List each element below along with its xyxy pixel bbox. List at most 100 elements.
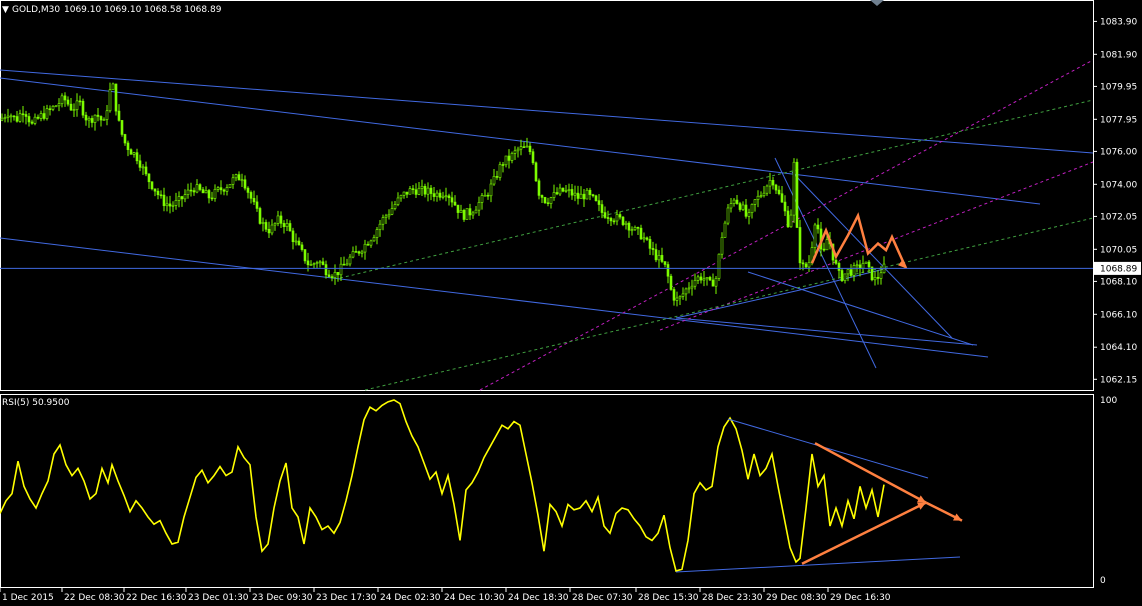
channel-line[interactable] (479, 59, 1094, 391)
candle-body (222, 189, 226, 192)
candle-body (669, 275, 673, 290)
time-tick-label: 24 Dec 02:30 (380, 593, 441, 603)
candle-body (42, 113, 46, 119)
candle-body (162, 194, 166, 207)
candle-body (717, 253, 721, 279)
candle-body (696, 276, 700, 281)
candle-body (555, 192, 559, 195)
collapse-arrow-icon[interactable]: ▼ (2, 5, 9, 15)
candle-body (597, 200, 601, 205)
candle-body (846, 269, 850, 275)
candle-body (33, 116, 37, 124)
candle-body (45, 108, 49, 119)
candle-body (792, 161, 796, 216)
candle-body (459, 209, 463, 213)
channel-line[interactable] (364, 217, 1094, 391)
candle-body (243, 179, 247, 189)
candle-body (858, 264, 862, 269)
candle-body (117, 110, 121, 121)
candle-body (582, 193, 586, 200)
candle-body (306, 260, 310, 266)
candle-body (789, 214, 793, 228)
candle-body (666, 264, 670, 277)
candle-body (471, 212, 475, 216)
current-price-tag-label: 1068.89 (1100, 264, 1137, 274)
trend-line[interactable] (774, 157, 877, 369)
candle-body (126, 142, 130, 150)
candle-body (402, 191, 406, 196)
candle-body (90, 118, 94, 123)
candle-body (771, 180, 775, 186)
candle-body (237, 174, 241, 181)
candle-body (321, 261, 325, 265)
candle-body (450, 197, 454, 203)
candle-body (825, 239, 829, 251)
trend-line[interactable] (0, 69, 1094, 154)
time-tick-label: 24 Dec 10:30 (444, 593, 505, 603)
candle-body (405, 191, 409, 195)
trendlines[interactable] (0, 59, 1094, 391)
candle-body (744, 204, 748, 217)
candle-body (387, 213, 391, 217)
candle-body (432, 193, 436, 197)
rsi-tick-label: 0 (1100, 576, 1106, 586)
candle-body (15, 116, 19, 122)
candle-body (210, 197, 214, 200)
price-tick-label: 1081.90 (1100, 50, 1137, 60)
candle-body (426, 187, 430, 195)
candle-body (0, 117, 4, 121)
candle-body (207, 190, 211, 199)
candle-body (720, 237, 724, 255)
candle-body (285, 223, 289, 227)
price-tick-label: 1074.00 (1100, 180, 1137, 190)
candle-body (873, 277, 877, 281)
trend-line[interactable] (0, 77, 1041, 205)
candle-body (357, 251, 361, 254)
mt4-chart[interactable]: ▼ GOLD,M30 1069.10 1069.10 1068.58 1068.… (0, 0, 1142, 606)
candle-body (498, 164, 502, 178)
candle-body (699, 276, 703, 281)
candle-body (384, 215, 388, 218)
candle-body (495, 176, 499, 178)
candle-body (6, 115, 10, 118)
candle-body (579, 193, 583, 199)
candle-body (333, 272, 337, 278)
rsi-trend-line[interactable] (675, 556, 961, 573)
candle-body (549, 197, 553, 204)
trend-line[interactable] (675, 289, 801, 319)
candle-body (774, 184, 778, 191)
channel-line[interactable] (339, 99, 1094, 279)
price-tick-label: 1062.15 (1100, 375, 1137, 385)
candle-body (759, 195, 763, 197)
candle-body (369, 240, 373, 246)
candle-body (3, 117, 7, 119)
candle-body (264, 222, 268, 230)
candle-body (99, 116, 103, 121)
candle-body (342, 263, 346, 266)
candle-body (681, 293, 685, 297)
candle-body (273, 223, 277, 226)
candle-body (267, 228, 271, 234)
candle-body (228, 184, 232, 188)
candle-body (150, 181, 154, 190)
candle-body (351, 251, 355, 258)
candle-body (153, 188, 157, 192)
candle-body (624, 222, 628, 225)
candle-body (114, 83, 118, 112)
candle-body (594, 195, 598, 201)
time-tick-label: 23 Dec 09:30 (252, 593, 313, 603)
candle-body (327, 274, 331, 277)
candle-body (63, 95, 67, 101)
candle-body (879, 272, 883, 279)
candle-body (279, 215, 283, 224)
shift-marker-icon[interactable] (870, 0, 884, 6)
candle-body (477, 202, 481, 211)
candle-body (438, 192, 442, 198)
candle-body (441, 195, 445, 198)
candle-body (822, 248, 826, 251)
candle-body (282, 223, 286, 227)
candle-body (543, 197, 547, 204)
trend-line[interactable] (0, 237, 989, 358)
rsi-projection-arrow[interactable] (801, 501, 927, 565)
candle-body (48, 108, 52, 111)
